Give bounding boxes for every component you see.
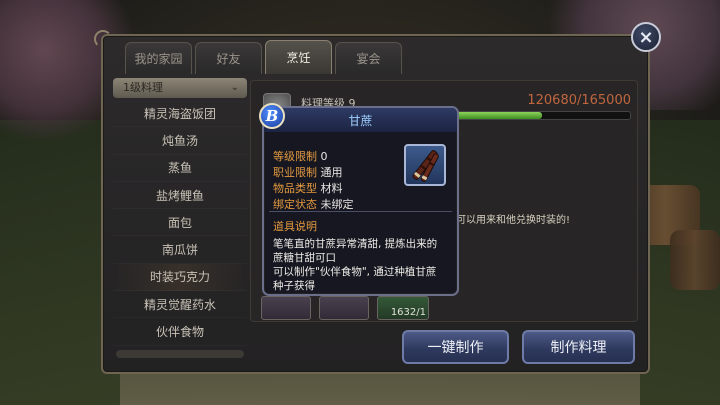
prop-key: 物品类型 (273, 182, 317, 195)
one-click-make-button[interactable]: 一键制作 (402, 330, 509, 364)
ingredient-slot[interactable] (261, 296, 311, 320)
recipe-level-dropdown[interactable]: 1级料理 ⌄ (113, 78, 247, 98)
recipe-item[interactable]: 伙伴食物 (113, 318, 247, 345)
prop-key: 绑定状态 (273, 198, 317, 211)
tooltip-desc-line: 笔笔直的甘蔗异常清甜, 提炼出来的 (273, 238, 438, 250)
ingredient-count: 1632/1 (390, 307, 426, 318)
prop-value: 通用 (320, 166, 343, 179)
tooltip-prop-level: 等级限制 0 (273, 148, 328, 164)
item-tooltip: 甘蔗 B 等级限制 0 职业限制 通用 物品类型 材料 绑定状态 未绑定 道具说… (259, 103, 459, 296)
prop-key: 职业限制 (273, 166, 317, 179)
make-dish-button[interactable]: 制作料理 (522, 330, 635, 364)
recipe-item[interactable]: 面包 (113, 209, 247, 236)
tooltip-prop-bind: 绑定状态 未绑定 (273, 196, 354, 212)
prop-key: 等级限制 (273, 150, 317, 163)
close-icon: × (638, 26, 654, 48)
tooltip-desc-line: 种子获得 (273, 280, 315, 292)
tooltip-desc-line: 蔗糖甘甜可口 (273, 252, 336, 264)
prop-value: 材料 (320, 182, 343, 195)
recipe-item[interactable]: 盐烤鲤鱼 (113, 182, 247, 209)
chevron-down-icon: ⌄ (230, 82, 239, 93)
ingredient-slot[interactable]: 1632/1 (377, 296, 429, 320)
recipe-item[interactable]: 精灵海盗饭团 (113, 100, 247, 127)
sugarcane-icon (404, 144, 446, 186)
tooltip-divider (269, 211, 452, 212)
tab-friends[interactable]: 好友 (195, 42, 262, 74)
recipe-item[interactable]: 精灵觉醒药水 (113, 291, 247, 318)
recipe-list: 精灵海盗饭团 炖鱼汤 蒸鱼 盐烤鲤鱼 面包 南瓜饼 时装巧克力 精灵觉醒药水 伙… (113, 100, 247, 346)
recipe-item[interactable]: 时装巧克力 (113, 263, 247, 292)
cooking-exp-text: 120680/165000 (527, 93, 631, 108)
recipe-item[interactable]: 炖鱼汤 (113, 127, 247, 154)
background-barrel-2 (670, 230, 720, 290)
tooltip-section-title: 道具说明 (273, 220, 317, 233)
tooltip-header: 甘蔗 (264, 108, 457, 132)
recipe-sidebar: 1级料理 ⌄ 精灵海盗饭团 炖鱼汤 蒸鱼 盐烤鲤鱼 面包 南瓜饼 时装巧克力 精… (113, 78, 247, 363)
tooltip-prop-class: 职业限制 通用 (273, 164, 343, 180)
tab-banquet[interactable]: 宴会 (335, 42, 402, 74)
tooltip-desc-line: 可以制作"伙伴食物", 通过种植甘蔗 (273, 266, 437, 278)
tab-cooking[interactable]: 烹饪 (265, 40, 332, 74)
prop-value: 0 (320, 150, 328, 163)
close-button[interactable]: × (631, 22, 661, 52)
recipe-item[interactable]: 南瓜饼 (113, 236, 247, 263)
ingredient-slot[interactable] (319, 296, 369, 320)
dropdown-label: 1级料理 (123, 81, 163, 94)
ingredient-slots: 1632/1 (261, 296, 429, 320)
panel-corner-ornament (94, 30, 112, 48)
sidebar-scrollbar[interactable] (116, 350, 244, 358)
tab-my-home[interactable]: 我的家园 (125, 42, 192, 74)
rarity-badge-icon: B (259, 103, 285, 129)
recipe-description: 可以用来和他兑换时装的! (456, 215, 571, 226)
prop-value: 未绑定 (320, 198, 354, 211)
recipe-item[interactable]: 蒸鱼 (113, 155, 247, 182)
tooltip-prop-type: 物品类型 材料 (273, 180, 343, 196)
tooltip-title: 甘蔗 (348, 114, 373, 128)
tab-bar: 我的家园 好友 烹饪 宴会 (125, 40, 402, 74)
